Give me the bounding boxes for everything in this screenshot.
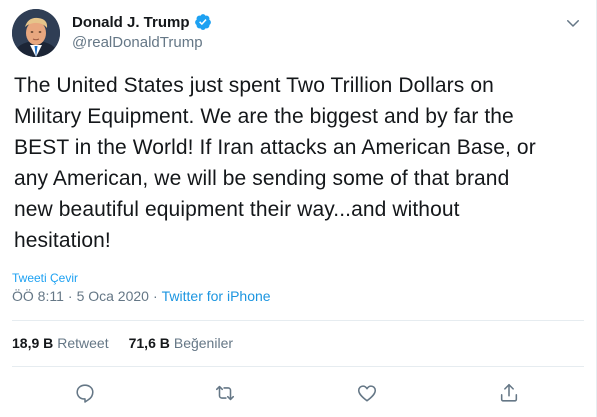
tweet-card: Donald J. Trump @realDonaldTrump The Uni… [0, 0, 597, 417]
retweets-stat[interactable]: 18,9 B Retweet [12, 335, 109, 351]
meta-separator: · [152, 288, 158, 304]
reply-button[interactable] [74, 382, 96, 404]
likes-count: 71,6 B [128, 335, 170, 351]
avatar[interactable] [12, 9, 60, 57]
tweet-time[interactable]: ÖÖ 8:11 [12, 288, 64, 304]
likes-stat[interactable]: 71,6 B Beğeniler [129, 335, 233, 351]
author-name-row: Donald J. Trump [72, 12, 212, 32]
tweet-source-link[interactable]: Twitter for iPhone [162, 288, 271, 304]
tweet-meta: ÖÖ 8:11 · 5 Oca 2020 · Twitter for iPhon… [12, 288, 271, 304]
share-icon [500, 383, 518, 402]
retweet-icon [215, 385, 235, 401]
author-display-name[interactable]: Donald J. Trump [72, 14, 190, 31]
divider [12, 366, 584, 367]
tweet-text: The United States just spent Two Trillio… [14, 74, 536, 252]
tweet-date[interactable]: 5 Oca 2020 [77, 288, 149, 304]
retweets-label: Retweet [57, 335, 109, 351]
like-button[interactable] [356, 382, 378, 404]
retweets-count: 18,9 B [12, 335, 54, 351]
meta-separator: · [67, 288, 73, 304]
likes-label: Beğeniler [173, 335, 234, 351]
reply-icon [76, 384, 94, 403]
heart-icon [357, 385, 377, 402]
verified-badge-icon [194, 13, 212, 31]
tweet-actions [0, 380, 597, 408]
retweet-button[interactable] [214, 382, 236, 404]
tweet-stats: 18,9 B Retweet 71,6 B Beğeniler [12, 335, 253, 351]
divider [12, 320, 584, 321]
chevron-down-icon[interactable] [564, 14, 582, 32]
author-handle[interactable]: @realDonaldTrump [72, 34, 203, 51]
translate-tweet-link[interactable]: Tweeti Çevir [12, 271, 78, 285]
avatar-image [12, 9, 60, 57]
share-button[interactable] [498, 382, 520, 404]
